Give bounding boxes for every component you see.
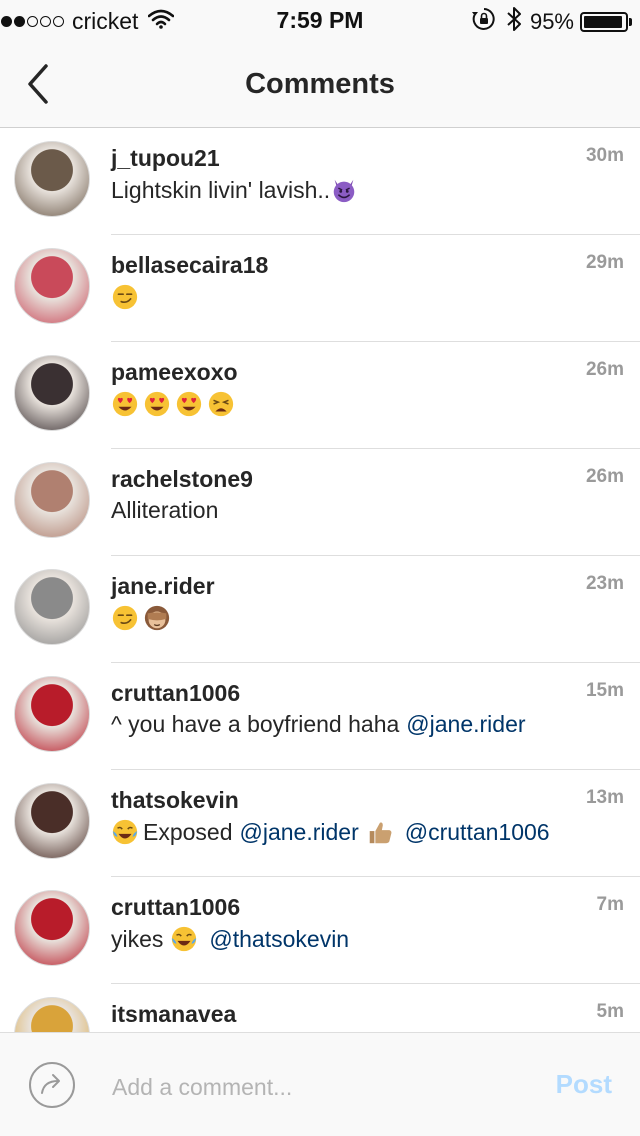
see-no-evil-emoji-icon <box>143 604 171 632</box>
mention-link[interactable]: @thatsokevin <box>209 926 349 953</box>
mention-link[interactable]: @jane.rider <box>240 819 359 846</box>
comment-row[interactable]: rachelstone9 26m Alliteration <box>0 449 640 556</box>
comment-username[interactable]: jane.rider <box>111 573 215 600</box>
comment-text <box>111 390 239 418</box>
rotation-lock-icon <box>471 7 496 37</box>
comment-username[interactable]: cruttan1006 <box>111 894 240 921</box>
weary-emoji-icon <box>207 390 235 418</box>
avatar[interactable] <box>14 569 90 645</box>
heart-eyes-emoji-icon <box>175 390 203 418</box>
comment-row[interactable]: jane.rider 23m <box>0 556 640 663</box>
comment-text: yikes @thatsokevin <box>111 925 349 953</box>
comment-timestamp: 13m <box>585 787 624 808</box>
status-bar: cricket 7:59 PM 95% <box>0 0 640 40</box>
mention-link[interactable]: @cruttan1006 <box>405 819 550 846</box>
battery-icon <box>580 12 628 32</box>
avatar[interactable] <box>14 141 90 217</box>
comment-username[interactable]: j_tupou21 <box>111 145 220 172</box>
comment-body: yikes <box>111 925 164 952</box>
comment-body: Lightskin livin' lavish.. <box>111 176 331 203</box>
comment-row[interactable]: pameexoxo 26m <box>0 342 640 449</box>
comment-username[interactable]: pameexoxo <box>111 359 238 386</box>
share-arrow-icon <box>29 1062 75 1108</box>
smirk-emoji-icon <box>111 604 139 632</box>
comment-username[interactable]: cruttan1006 <box>111 680 240 707</box>
battery-tip <box>629 18 632 26</box>
avatar[interactable] <box>14 997 90 1032</box>
comment-timestamp: 26m <box>585 359 624 380</box>
mention-link[interactable]: @jane.rider <box>406 711 525 738</box>
comment-row[interactable]: cruttan1006 7m yikes @thatsokevin <box>0 877 640 984</box>
post-button[interactable]: Post <box>556 1069 612 1100</box>
avatar[interactable] <box>14 355 90 431</box>
battery-percent: 95% <box>529 9 574 34</box>
comment-timestamp: 7m <box>596 894 624 915</box>
comment-timestamp: 26m <box>585 466 624 487</box>
comment-body: ^ you have a boyfriend haha <box>111 711 400 737</box>
comment-row[interactable]: thatsokevin 13m Exposed @jane.rider @cruttan… <box>0 770 640 877</box>
smirk-emoji-icon <box>111 283 139 311</box>
comment-row[interactable]: bellasecaira18 29m <box>0 235 640 342</box>
joy-emoji-icon <box>170 925 198 953</box>
comment-username[interactable]: itsmanavea <box>111 1001 236 1028</box>
comment-text: ^ you have a boyfriend haha @jane.rider <box>111 711 526 738</box>
comment-text: Alliteration <box>111 497 218 524</box>
page-title: Comments <box>245 68 395 100</box>
comment-row[interactable]: cruttan1006 15m ^ you have a boyfriend hah… <box>0 663 640 770</box>
joy-emoji-icon <box>111 818 139 846</box>
comment-timestamp: 29m <box>585 252 624 273</box>
status-right: 95% <box>471 6 632 38</box>
comment-username[interactable]: rachelstone9 <box>111 466 253 493</box>
thumbs-up-emoji-icon <box>366 818 394 846</box>
avatar[interactable] <box>14 462 90 538</box>
comment-row[interactable]: j_tupou21 30m Lightskin livin' lavish.. <box>0 128 640 235</box>
share-button[interactable] <box>28 1061 76 1109</box>
comment-row[interactable]: itsmanavea 5m <box>0 984 640 1032</box>
comment-body: Alliteration <box>111 497 219 523</box>
comment-username[interactable]: thatsokevin <box>111 787 239 814</box>
avatar[interactable] <box>14 248 90 324</box>
comment-text: Lightskin livin' lavish.. <box>111 176 362 204</box>
battery-fill <box>584 16 622 28</box>
comment-timestamp: 5m <box>596 1001 624 1022</box>
smiling-imp-emoji-icon <box>330 176 358 204</box>
comment-timestamp: 23m <box>585 573 624 594</box>
comment-text <box>111 604 175 632</box>
avatar[interactable] <box>14 783 90 859</box>
comment-body: Exposed <box>143 818 233 845</box>
comment-timestamp: 30m <box>585 145 624 166</box>
comment-input[interactable] <box>110 1069 514 1105</box>
heart-eyes-emoji-icon <box>111 390 139 418</box>
avatar[interactable] <box>14 890 90 966</box>
comment-timestamp: 15m <box>585 680 624 701</box>
comment-text: Exposed @jane.rider @cruttan1006 <box>111 818 550 846</box>
avatar[interactable] <box>14 676 90 752</box>
bluetooth-icon <box>506 6 522 38</box>
heart-eyes-emoji-icon <box>143 390 171 418</box>
comment-text <box>111 283 143 311</box>
comment-bar: Post <box>0 1032 640 1136</box>
comment-list[interactable]: j_tupou21 30m Lightskin livin' lavish.. bel… <box>0 128 640 1032</box>
nav-bar: Comments <box>0 40 640 128</box>
comment-username[interactable]: bellasecaira18 <box>111 252 268 279</box>
